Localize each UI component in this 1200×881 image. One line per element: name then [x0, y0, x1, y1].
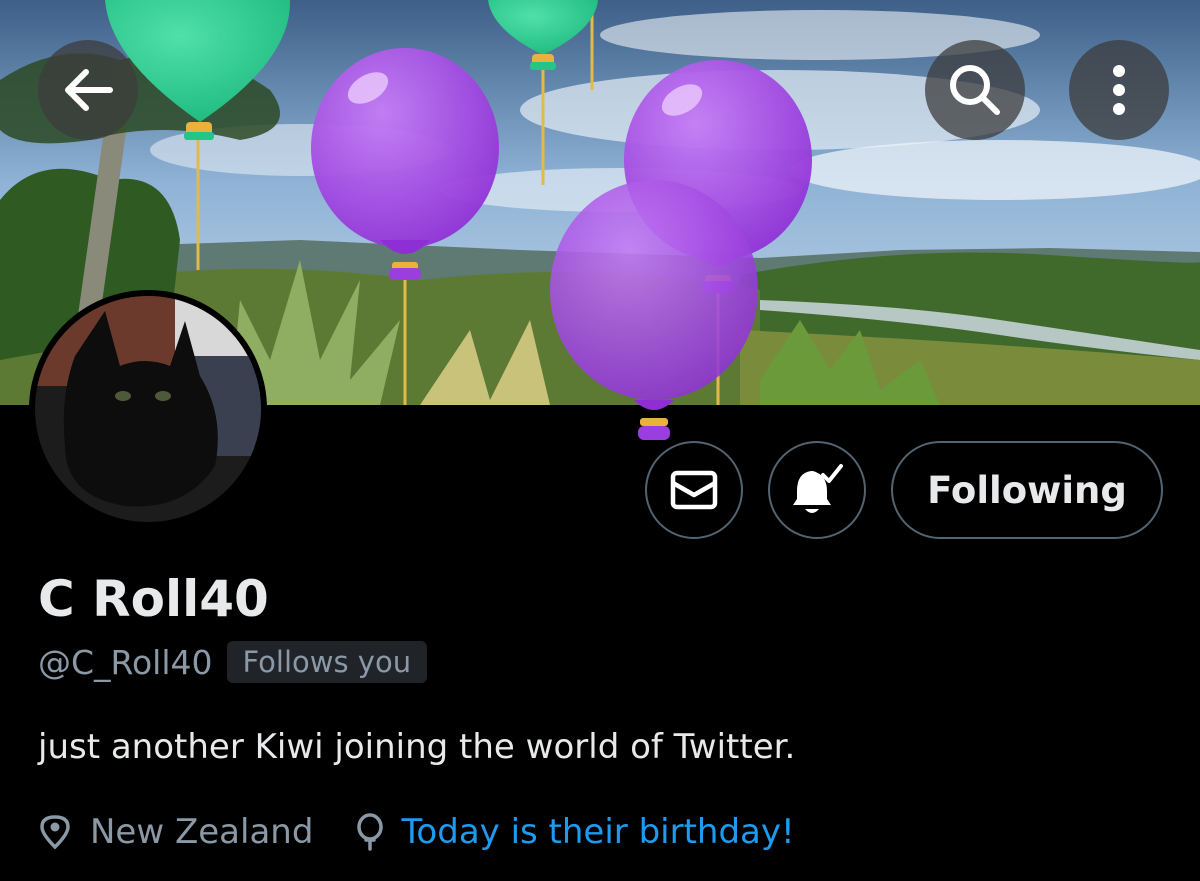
more-vertical-icon: [1113, 65, 1125, 115]
more-options-button[interactable]: [1069, 40, 1169, 140]
back-button[interactable]: [38, 40, 138, 140]
search-button[interactable]: [925, 40, 1025, 140]
arrow-left-icon: [65, 69, 113, 111]
handle-row: @C_Roll40 Follows you: [38, 641, 428, 683]
follows-you-badge: Follows you: [226, 641, 428, 683]
notifications-button[interactable]: [768, 441, 866, 539]
following-button[interactable]: Following: [891, 441, 1163, 539]
balloon-icon: [357, 813, 384, 851]
balloon-tail: [634, 400, 674, 440]
handle: @C_Roll40: [38, 642, 213, 682]
bell-check-icon: [793, 464, 843, 513]
location-pin-icon: [40, 815, 70, 850]
location: New Zealand: [90, 812, 314, 852]
avatar[interactable]: [35, 296, 261, 522]
envelope-icon: [670, 470, 718, 510]
display-name: C Roll40: [38, 570, 269, 628]
message-button[interactable]: [645, 441, 743, 539]
profile-meta: New Zealand Today is their birthday!: [38, 812, 795, 852]
avatar-border: [29, 290, 267, 528]
birthday-link[interactable]: Today is their birthday!: [401, 812, 794, 852]
following-button-label: Following: [927, 468, 1127, 512]
avatar-image: [35, 296, 261, 522]
bio: just another Kiwi joining the world of T…: [38, 727, 796, 767]
search-icon: [950, 65, 1000, 115]
